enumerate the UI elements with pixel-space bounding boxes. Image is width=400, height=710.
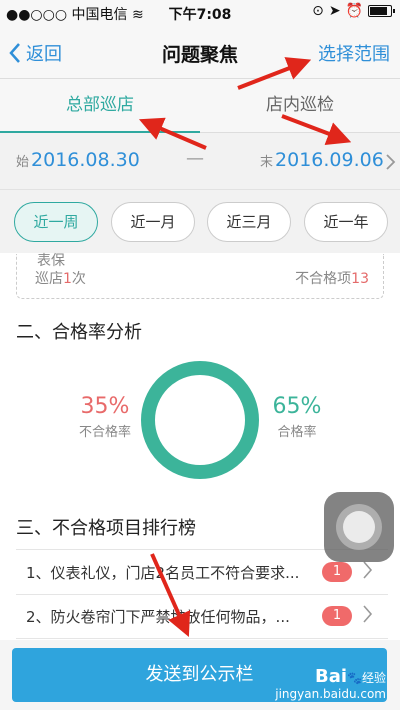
- status-bar: ●●○○○ 中国电信 ≋ 下午7:08 ⊙ ➤ ⏰: [0, 0, 400, 26]
- summary-card: 表保 巡店1次 不合格项13: [16, 253, 384, 299]
- chevron-right-icon: [363, 605, 373, 623]
- ranking-row[interactable]: 2、防火卷帘门下严禁堆放任何物品，... 1: [16, 594, 388, 639]
- pass-arc: [141, 361, 259, 479]
- end-date[interactable]: 末 2016.09.06: [260, 149, 384, 171]
- tab-store-inspection[interactable]: 店内巡检: [200, 79, 400, 132]
- lock-rotation-icon: ⊙: [312, 3, 324, 19]
- range-year-button[interactable]: 近一年: [304, 202, 388, 242]
- card-cut-text: 表保: [37, 253, 65, 269]
- ranking-heading: 三、不合格项目排行榜: [16, 518, 196, 539]
- fail-item-count: 不合格项13: [295, 271, 369, 287]
- count-badge: 1: [322, 606, 352, 626]
- count-badge: 1: [322, 562, 352, 582]
- alarm-icon: ⏰: [345, 3, 363, 19]
- nav-bar: 返回 问题聚焦 选择范围: [0, 26, 400, 79]
- pass-rate-heading: 二、合格率分析: [16, 322, 142, 343]
- status-icons: ⊙ ➤ ⏰: [312, 3, 395, 19]
- visit-count: 巡店1次: [35, 271, 86, 287]
- watermark: Bai🐾经验 jingyan.baidu.com: [275, 666, 386, 701]
- select-range-button[interactable]: 选择范围: [318, 40, 390, 66]
- ranking-item-text: 1、仪表礼仪，门店2名员工不符合要求...: [26, 564, 300, 582]
- tab-hq-inspection[interactable]: 总部巡店: [0, 79, 200, 133]
- range-month-button[interactable]: 近一月: [111, 202, 195, 242]
- ranking-item-text: 2、防火卷帘门下严禁堆放任何物品，...: [26, 608, 290, 626]
- inner-ring: [158, 378, 242, 462]
- chevron-right-icon: [363, 561, 373, 579]
- range-quarter-button[interactable]: 近三月: [207, 202, 291, 242]
- range-selector: 近一周 近一月 近三月 近一年: [0, 190, 400, 253]
- assistive-touch-button[interactable]: [324, 492, 394, 562]
- paw-icon: 🐾: [347, 671, 362, 685]
- fail-rate: 35% 不合格率: [78, 394, 131, 440]
- battery-icon: [368, 5, 395, 17]
- range-week-button[interactable]: 近一周: [14, 202, 98, 242]
- date-separator: —: [186, 148, 204, 169]
- pass-rate: 65% 合格率: [272, 394, 322, 440]
- location-icon: ➤: [328, 3, 341, 19]
- tab-bar: 总部巡店 店内巡检: [0, 79, 400, 133]
- pass-rate-donut: [141, 361, 259, 479]
- start-date[interactable]: 始 2016.08.30: [16, 149, 140, 171]
- chevron-right-icon: [386, 154, 396, 170]
- date-range[interactable]: 始 2016.08.30 — 末 2016.09.06: [0, 133, 400, 190]
